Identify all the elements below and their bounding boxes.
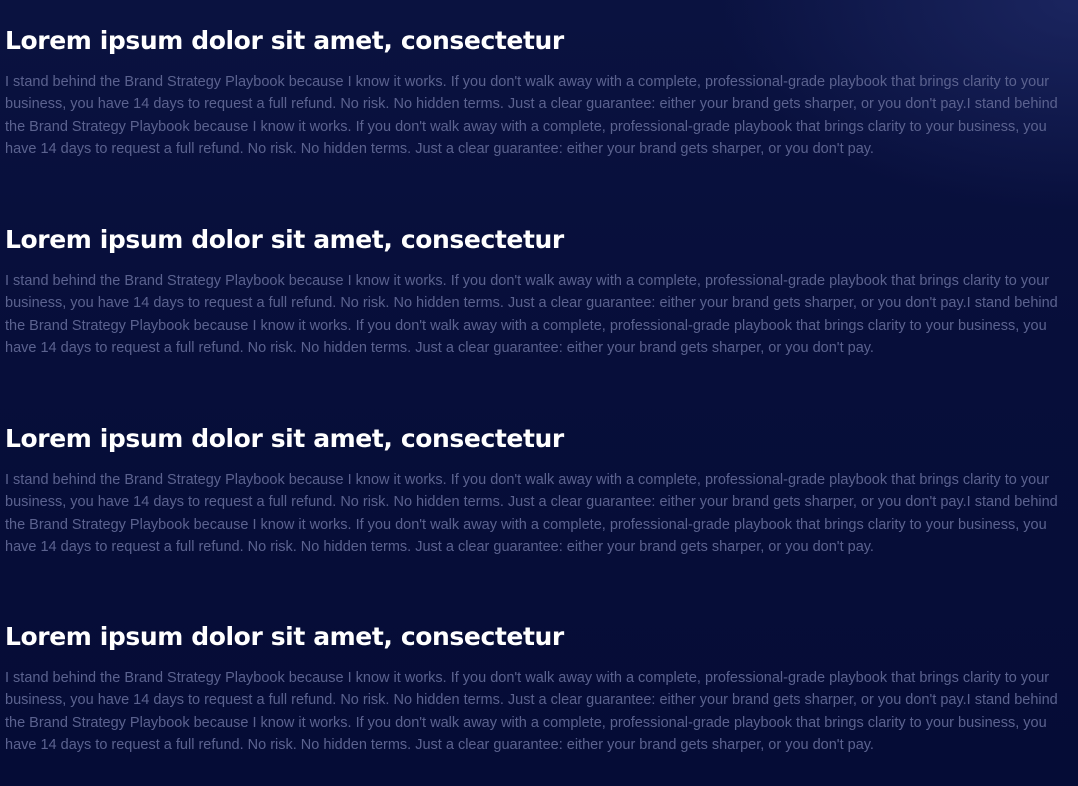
section-body: I stand behind the Brand Strategy Playbo… <box>5 273 1058 357</box>
guarantee-section-3: Lorem ipsum dolor sit amet, consectetur … <box>5 424 1067 559</box>
section-body: I stand behind the Brand Strategy Playbo… <box>5 74 1058 158</box>
section-title: Lorem ipsum dolor sit amet, consectetur <box>5 225 564 254</box>
section-body: I stand behind the Brand Strategy Playbo… <box>5 670 1058 754</box>
section-title: Lorem ipsum dolor sit amet, consectetur <box>5 622 564 651</box>
guarantee-section-1: Lorem ipsum dolor sit amet, consectetur … <box>5 26 1067 161</box>
guarantee-section-2: Lorem ipsum dolor sit amet, consectetur … <box>5 225 1067 360</box>
section-title: Lorem ipsum dolor sit amet, consectetur <box>5 26 564 55</box>
section-title: Lorem ipsum dolor sit amet, consectetur <box>5 424 564 453</box>
section-body: I stand behind the Brand Strategy Playbo… <box>5 472 1058 556</box>
guarantee-section-4: Lorem ipsum dolor sit amet, consectetur … <box>5 622 1067 757</box>
